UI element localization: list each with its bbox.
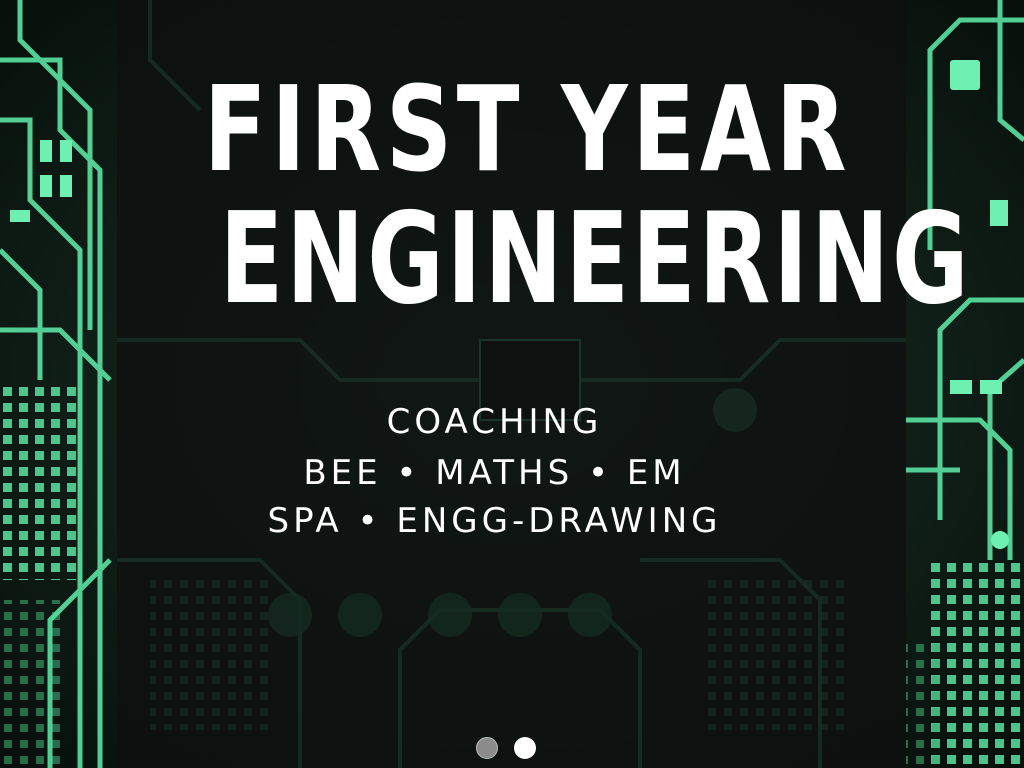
title-line-1: FIRST YEAR bbox=[203, 60, 852, 198]
slide-dot-2[interactable] bbox=[514, 737, 536, 759]
title-line-2: ENGINEERING bbox=[219, 185, 972, 332]
hero-slide: FIRST YEAR ENGINEERING COACHING BEE • MA… bbox=[0, 0, 1024, 768]
slide-dot-1[interactable] bbox=[476, 737, 498, 759]
subtitle-subjects-1: BEE • MATHS • EM bbox=[303, 453, 686, 493]
subtitle-coaching: COACHING bbox=[386, 402, 603, 442]
subtitle-subjects-2: SPA • ENGG-DRAWING bbox=[267, 501, 722, 541]
slider-pagination bbox=[476, 737, 536, 759]
